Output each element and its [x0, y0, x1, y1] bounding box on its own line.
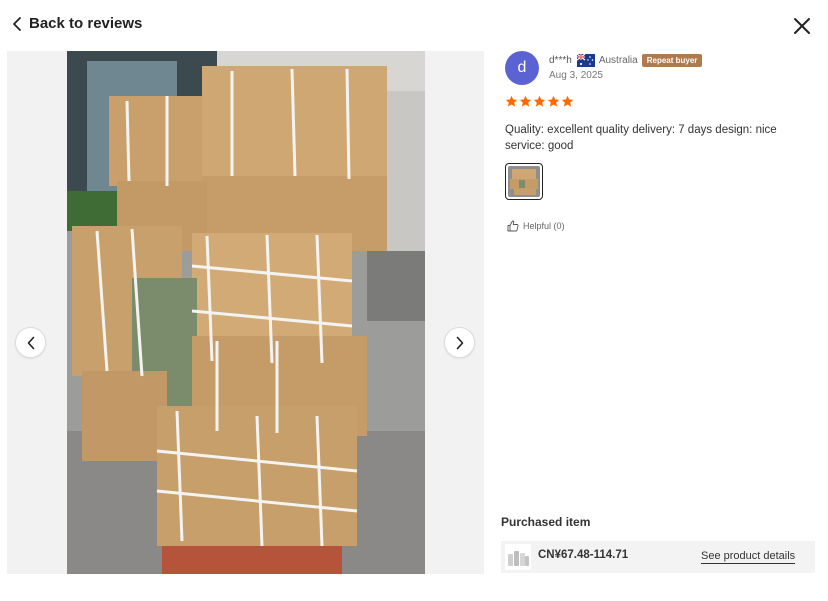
product-thumbnail[interactable] [505, 544, 531, 570]
close-icon[interactable] [792, 16, 812, 36]
reviewer-meta: d***h Australia Repeat buyer [549, 54, 703, 67]
thumbs-up-icon [507, 220, 519, 232]
star-icon [505, 95, 518, 107]
helpful-label: Helpful (0) [523, 221, 565, 231]
see-product-details-link[interactable]: See product details [701, 550, 796, 564]
next-image-button[interactable] [444, 327, 475, 358]
helpful-button[interactable]: Helpful (0) [507, 220, 565, 232]
purchased-item-card: CN¥67.48-114.71 See product details [501, 541, 815, 573]
back-to-reviews-button[interactable]: Back to reviews [11, 15, 142, 32]
chevron-left-icon [13, 16, 21, 31]
review-image-thumbnail[interactable] [505, 163, 543, 200]
star-icon [547, 95, 560, 107]
product-price: CN¥67.48-114.71 [538, 549, 629, 561]
back-label: Back to reviews [29, 15, 143, 32]
purchased-item-title: Purchased item [501, 515, 591, 529]
chevron-left-icon [27, 336, 34, 349]
image-viewer [7, 51, 484, 574]
star-icon [533, 95, 546, 107]
chevron-right-icon [456, 336, 463, 349]
star-rating [505, 95, 574, 108]
top-bar: Back to reviews [0, 0, 828, 50]
review-date: Aug 3, 2025 [549, 70, 603, 81]
avatar: d [505, 51, 539, 85]
star-icon [519, 95, 532, 107]
reviewer-country: Australia [598, 55, 638, 66]
repeat-buyer-badge: Repeat buyer [641, 54, 703, 67]
australia-flag-icon [576, 54, 595, 67]
previous-image-button[interactable] [15, 327, 46, 358]
review-text: Quality: excellent quality delivery: 7 d… [505, 124, 777, 152]
review-photo [67, 51, 425, 574]
reviewer-name: d***h [549, 55, 572, 66]
star-icon [561, 95, 574, 107]
